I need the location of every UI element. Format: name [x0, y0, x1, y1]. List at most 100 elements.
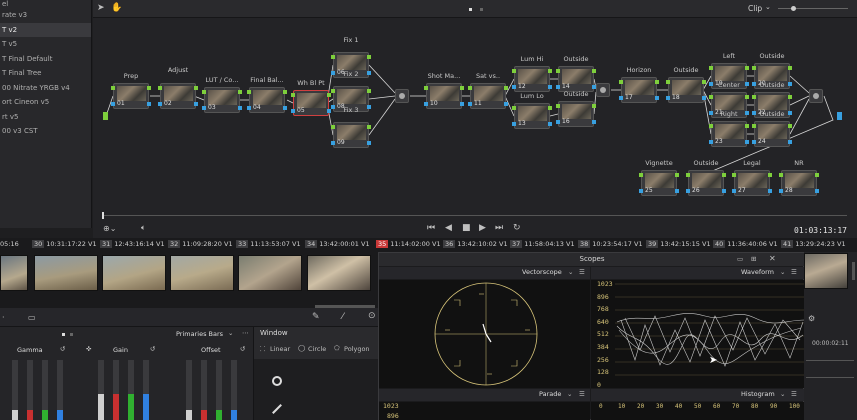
page-dot[interactable]: [62, 333, 65, 336]
corrector-node[interactable]: 04: [249, 87, 285, 113]
node-input[interactable]: [103, 112, 108, 120]
eyedropper-icon[interactable]: ⁄: [342, 312, 344, 322]
corrector-node[interactable]: 11: [470, 83, 506, 109]
key-port[interactable]: [548, 85, 552, 89]
node-preset-item[interactable]: 00 v3 CST: [0, 124, 91, 139]
corrector-node[interactable]: 16: [558, 101, 594, 127]
rgb-port[interactable]: [788, 66, 792, 70]
key-port[interactable]: [639, 189, 643, 193]
layout-quad-icon[interactable]: ⊞: [751, 255, 756, 263]
gamma-reset-icon[interactable]: ↺: [60, 345, 65, 353]
key-port[interactable]: [815, 189, 819, 193]
playhead[interactable]: [102, 212, 104, 219]
rgb-port[interactable]: [194, 86, 198, 90]
scope-settings-icon[interactable]: ☰: [791, 268, 797, 276]
key-port[interactable]: [468, 102, 472, 106]
node-preset-item[interactable]: T Final Default: [0, 52, 91, 67]
primary-channel-bar[interactable]: [143, 360, 149, 420]
rgb-port[interactable]: [619, 80, 623, 84]
vectorscope-select[interactable]: Vectorscope: [522, 268, 562, 276]
rgb-port[interactable]: [512, 69, 516, 73]
rgb-port[interactable]: [788, 124, 792, 128]
page-dot[interactable]: [70, 333, 73, 336]
rgb-port[interactable]: [752, 95, 756, 99]
rgb-port[interactable]: [111, 86, 115, 90]
clip-header[interactable]: 31 12:43:16:14 V1: [100, 240, 165, 251]
rgb-port[interactable]: [592, 104, 596, 108]
primary-channel-bar[interactable]: [27, 360, 33, 420]
rgb-port[interactable]: [327, 93, 331, 97]
corrector-node[interactable]: 02: [160, 83, 196, 109]
rgb-port[interactable]: [752, 66, 756, 70]
offset-reset-icon[interactable]: ↺: [240, 345, 245, 353]
scope-settings-icon[interactable]: ☰: [791, 390, 797, 398]
clip-header[interactable]: 34 13:42:00:01 V1: [305, 240, 370, 251]
parade-select[interactable]: Parade: [539, 390, 561, 398]
rgb-port[interactable]: [779, 173, 783, 177]
curves-icon[interactable]: ▭: [28, 313, 36, 322]
mixer-node[interactable]: [395, 89, 409, 103]
settings-icon[interactable]: ⚙: [808, 314, 815, 323]
rgb-port[interactable]: [548, 69, 552, 73]
key-port[interactable]: [331, 141, 335, 145]
primary-channel-bar[interactable]: [216, 360, 222, 420]
key-port[interactable]: [592, 120, 596, 124]
rgb-port[interactable]: [331, 89, 335, 93]
clip-header[interactable]: 39 13:42:15:15 V1: [646, 240, 711, 251]
primary-channel-bar[interactable]: [231, 360, 237, 420]
key-port[interactable]: [556, 85, 560, 89]
key-port[interactable]: [111, 102, 115, 106]
key-port[interactable]: [675, 189, 679, 193]
chevron-down-icon[interactable]: ⌄: [780, 268, 785, 276]
close-icon[interactable]: ✕: [769, 254, 776, 263]
rgb-port[interactable]: [147, 86, 151, 90]
key-port[interactable]: [548, 122, 552, 126]
polygon-window-button[interactable]: Polygon: [344, 345, 370, 353]
corrector-node[interactable]: 28: [781, 170, 817, 196]
key-port[interactable]: [194, 102, 198, 106]
scrub-bar[interactable]: [103, 215, 847, 216]
rgb-port[interactable]: [247, 90, 251, 94]
rgb-port[interactable]: [504, 86, 508, 90]
viewer-options-icon[interactable]: ⊕⌄: [103, 224, 116, 233]
clip-thumbnail[interactable]: [238, 255, 302, 291]
corrector-node[interactable]: 17: [621, 77, 657, 103]
loop-icon[interactable]: ↻: [513, 223, 521, 233]
polygon-icon[interactable]: ⬠: [334, 344, 340, 352]
rgb-port[interactable]: [367, 125, 371, 129]
rgb-port[interactable]: [592, 69, 596, 73]
rgb-port[interactable]: [367, 55, 371, 59]
linear-icon[interactable]: ⸬: [260, 344, 265, 353]
clip-thumbnail[interactable]: [307, 255, 371, 291]
corrector-node[interactable]: 12: [514, 66, 550, 92]
rgb-port[interactable]: [745, 124, 749, 128]
key-port[interactable]: [722, 189, 726, 193]
clip-thumbnail[interactable]: [170, 255, 234, 291]
play-icon[interactable]: ▶︎: [479, 223, 486, 233]
primary-channel-bar[interactable]: [186, 360, 192, 420]
side-slider[interactable]: [806, 360, 854, 361]
key-port[interactable]: [768, 189, 772, 193]
rgb-port[interactable]: [709, 95, 713, 99]
rgb-port[interactable]: [460, 86, 464, 90]
chevron-down-icon[interactable]: ⌄: [780, 390, 785, 398]
rgb-port[interactable]: [331, 125, 335, 129]
primary-channel-bar[interactable]: [113, 360, 119, 420]
key-port[interactable]: [655, 96, 659, 100]
key-port[interactable]: [709, 140, 713, 144]
key-port[interactable]: [745, 140, 749, 144]
side-thumbnail[interactable]: [804, 253, 848, 289]
scope-settings-icon[interactable]: ☰: [579, 390, 585, 398]
rgb-port[interactable]: [283, 90, 287, 94]
primaries-mode-select[interactable]: Primaries Bars: [176, 330, 223, 338]
layout-single-icon[interactable]: ▭: [737, 255, 743, 263]
rgb-port[interactable]: [686, 173, 690, 177]
clip-header[interactable]: 38 10:23:54:17 V1: [578, 240, 643, 251]
rgb-port[interactable]: [752, 124, 756, 128]
rgb-port[interactable]: [675, 173, 679, 177]
corrector-node[interactable]: 01: [113, 83, 149, 109]
chevron-down-icon[interactable]: ⌄: [568, 268, 573, 276]
clip-thumbnail[interactable]: [102, 255, 166, 291]
key-port[interactable]: [686, 189, 690, 193]
target-icon[interactable]: ⊙: [368, 311, 376, 321]
